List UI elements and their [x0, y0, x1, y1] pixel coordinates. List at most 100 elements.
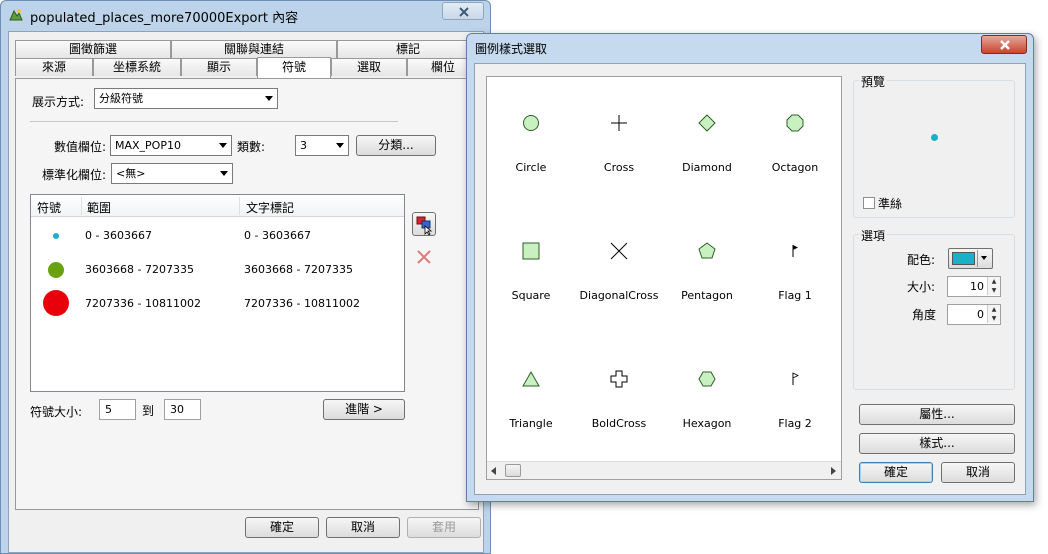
symbol-cell-triangle[interactable]: Triangle — [487, 333, 575, 461]
symbol-cell-flag-1[interactable]: Flag 1 — [751, 205, 839, 333]
options-label: 選項 — [859, 227, 888, 244]
styles-button[interactable]: 樣式... — [859, 433, 1015, 454]
symbol-cell-pentagon[interactable]: Pentagon — [663, 205, 751, 333]
horizontal-scrollbar[interactable] — [487, 461, 841, 479]
symbol-cell-hexagon[interactable]: Hexagon — [663, 333, 751, 461]
classify-button[interactable]: 分類... — [356, 135, 436, 156]
color-label: 配色: — [907, 253, 936, 267]
octagon-icon — [786, 114, 804, 132]
delete-icon[interactable] — [414, 247, 434, 267]
size-spinner[interactable]: 10 ▲ ▼ — [947, 276, 1001, 297]
header-symbol[interactable]: 符號 — [37, 199, 61, 216]
ok-button[interactable]: 確定 — [245, 517, 319, 538]
size-from-input[interactable]: 5 — [99, 399, 136, 420]
dialog-close-button[interactable] — [981, 35, 1027, 54]
tab-display[interactable]: 顯示 — [181, 58, 257, 76]
symbol-selector-dialog: 圖例樣式選取 Circle Cross Diamond Octagon Squa… — [466, 33, 1034, 502]
advanced-button[interactable]: 進階 > — [323, 399, 405, 420]
symbol-caption: BoldCross — [591, 417, 647, 430]
symbol-style-button[interactable] — [412, 212, 436, 236]
tab-row-upper: 圖徵篩選 關聯與連結 標記 — [15, 40, 479, 58]
tab-symbology[interactable]: 符號 — [257, 57, 331, 78]
spin-up-icon[interactable]: ▲ — [987, 305, 1000, 314]
symbol-cell-square[interactable]: Square — [487, 205, 575, 333]
diamond-icon — [698, 114, 716, 132]
header-label[interactable]: 文字標記 — [246, 199, 294, 216]
symbol-caption: Octagon — [771, 161, 819, 174]
preview-symbol — [931, 134, 938, 141]
table-row[interactable]: 7207336 - 10811002 7207336 - 10811002 — [31, 287, 404, 321]
table-row[interactable]: 0 - 3603667 0 - 3603667 — [31, 219, 404, 253]
range-cell: 7207336 - 10811002 — [85, 297, 201, 310]
tab-selection[interactable]: 選取 — [331, 58, 407, 76]
color-swatch — [952, 252, 975, 265]
spin-up-icon[interactable]: ▲ — [987, 277, 1000, 286]
properties-button[interactable]: 屬性... — [859, 404, 1015, 425]
normalize-value: <無> — [116, 167, 146, 180]
display-mode-value: 分級符號 — [99, 92, 143, 105]
symbol-style-icon — [416, 216, 433, 236]
value-field-select[interactable]: MAX_POP10 — [110, 135, 232, 156]
symbol-caption: Diamond — [682, 161, 732, 174]
symbol-swatch — [43, 290, 69, 316]
class-list[interactable]: 符號 範圍 文字標記 0 - 3603667 0 - 3603667 36036… — [30, 194, 405, 392]
value-field-value: MAX_POP10 — [115, 139, 181, 152]
symbol-caption: Flag 1 — [778, 289, 812, 302]
tab-source[interactable]: 來源 — [15, 58, 93, 76]
symbol-swatch — [53, 233, 59, 239]
color-picker-button[interactable] — [948, 248, 993, 269]
ok-button[interactable]: 確定 — [859, 462, 933, 483]
table-row[interactable]: 3603668 - 7207335 3603668 - 7207335 — [31, 253, 404, 287]
crosshair-checkbox[interactable] — [863, 197, 875, 209]
cancel-button[interactable]: 取消 — [326, 517, 400, 538]
symbol-cell-diamond[interactable]: Diamond — [663, 77, 751, 205]
cancel-button[interactable]: 取消 — [941, 462, 1015, 483]
chevron-down-icon — [336, 143, 344, 148]
tab-coordinate-system[interactable]: 坐標系統 — [93, 58, 181, 76]
apply-button[interactable]: 套用 — [407, 517, 481, 538]
scroll-right-icon[interactable] — [831, 467, 837, 475]
label-cell: 0 - 3603667 — [244, 229, 311, 242]
display-mode-select[interactable]: 分級符號 — [94, 88, 278, 109]
title-bar[interactable]: populated_places_more70000Export 內容 — [1, 1, 490, 29]
tab-joins-relates[interactable]: 關聯與連結 — [171, 40, 337, 58]
class-list-header: 符號 範圍 文字標記 — [31, 195, 404, 217]
size-value: 10 — [970, 280, 984, 293]
spin-down-icon[interactable]: ▼ — [987, 314, 1000, 323]
size-to-input[interactable]: 30 — [164, 399, 201, 420]
symbol-caption: Triangle — [509, 417, 553, 430]
symbol-cell-octagon[interactable]: Octagon — [751, 77, 839, 205]
scroll-left-icon[interactable] — [491, 467, 497, 475]
scroll-thumb[interactable] — [505, 464, 521, 477]
angle-spinner[interactable]: 0 ▲ ▼ — [947, 304, 1001, 325]
hexagon-icon — [698, 371, 716, 387]
symbol-cell-circle[interactable]: Circle — [487, 77, 575, 205]
symbol-caption: Flag 2 — [778, 417, 812, 430]
tab-feature-filter[interactable]: 圖徵篩選 — [15, 40, 171, 58]
square-icon — [522, 242, 540, 260]
range-cell: 3603668 - 7207335 — [85, 263, 194, 276]
tab-labels[interactable]: 標記 — [337, 40, 479, 58]
symbology-panel: 展示方式: 分級符號 數值欄位: MAX_POP10 類數: 3 分類... 標… — [15, 78, 479, 510]
symbol-cell-bold-cross[interactable]: BoldCross — [575, 333, 663, 461]
close-icon — [459, 7, 469, 17]
chevron-down-icon — [981, 256, 987, 260]
layer-properties-window: populated_places_more70000Export 內容 圖徵篩選… — [0, 0, 491, 554]
spin-down-icon[interactable]: ▼ — [987, 286, 1000, 295]
bold-cross-icon — [610, 370, 628, 388]
symbol-caption: Square — [511, 289, 551, 302]
symbol-cell-diagonal-cross[interactable]: DiagonalCross — [575, 205, 663, 333]
close-button[interactable] — [442, 2, 484, 20]
normalize-label: 標準化欄位: — [42, 168, 107, 182]
classes-select[interactable]: 3 — [295, 135, 349, 156]
chevron-down-icon — [265, 96, 273, 101]
symbol-caption: Pentagon — [681, 289, 733, 302]
symbol-cell-flag-2[interactable]: Flag 2 — [751, 333, 839, 461]
normalize-select[interactable]: <無> — [111, 163, 233, 184]
symbol-cell-cross[interactable]: Cross — [575, 77, 663, 205]
symbol-gallery[interactable]: Circle Cross Diamond Octagon Square Diag… — [486, 76, 842, 480]
symbol-caption: DiagonalCross — [579, 289, 659, 302]
header-range[interactable]: 範圍 — [87, 199, 111, 216]
preview-label: 預覽 — [859, 73, 888, 90]
classes-value: 3 — [300, 139, 307, 152]
